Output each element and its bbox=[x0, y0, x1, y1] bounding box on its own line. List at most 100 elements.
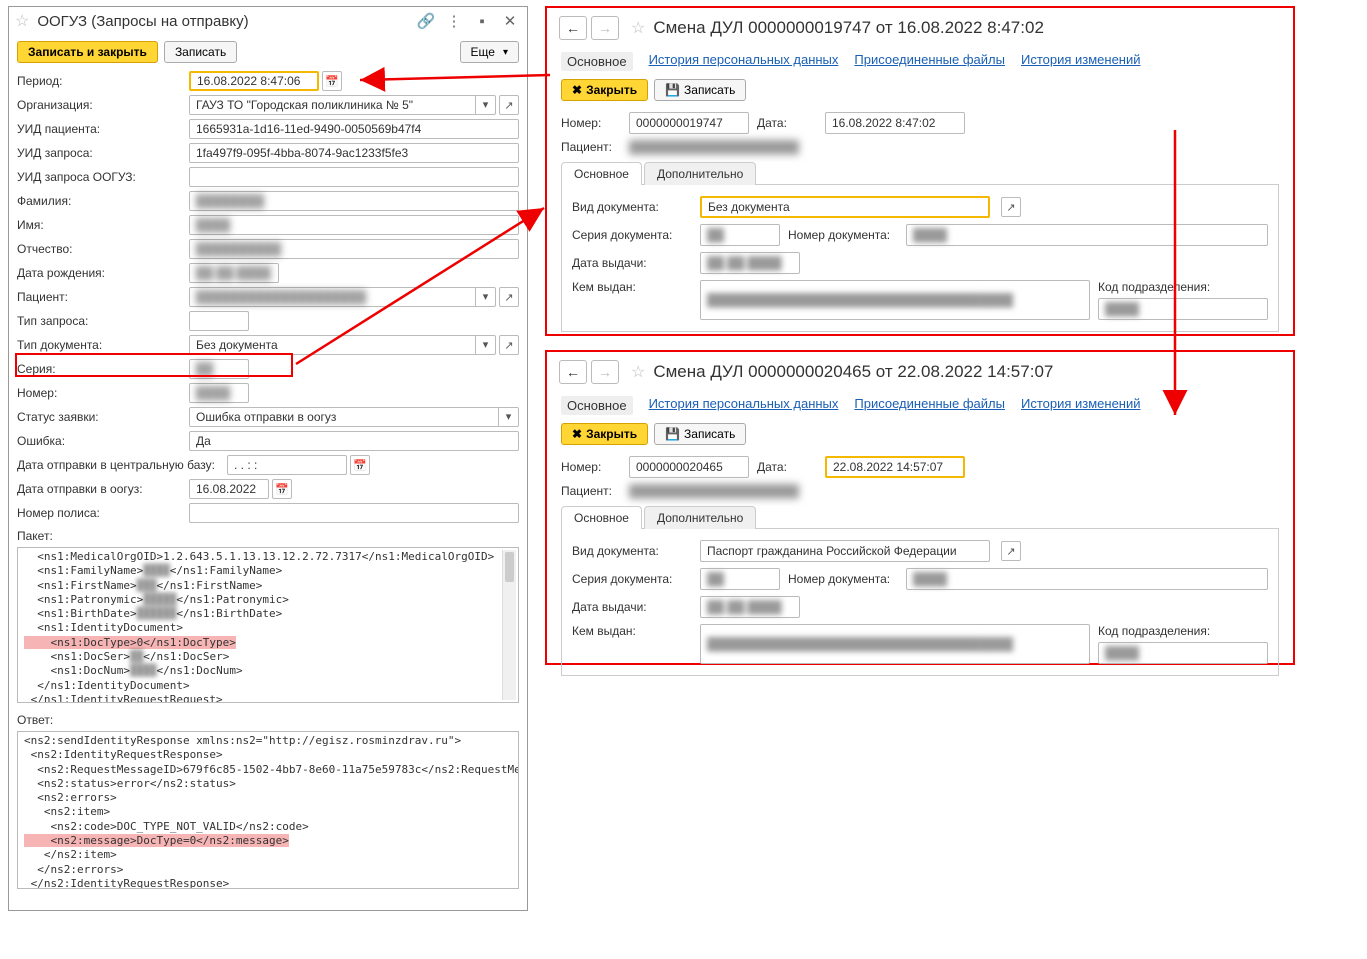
r2-doctype-input[interactable]: Паспорт гражданина Российской Федерации bbox=[700, 540, 990, 562]
menu-icon[interactable]: ⋮ bbox=[443, 11, 465, 31]
r1-code-input[interactable]: ████ bbox=[1098, 298, 1268, 320]
r2-series-input[interactable]: ██ bbox=[700, 568, 780, 590]
lbl-lastname: Фамилия: bbox=[17, 194, 189, 208]
link-icon[interactable]: 🔗 bbox=[415, 11, 437, 31]
status-input[interactable]: Ошибка отправки в оогуз▾ bbox=[189, 407, 519, 427]
link-main[interactable]: Основное bbox=[561, 396, 633, 415]
r2-doctype-open-icon[interactable]: ↗ bbox=[1001, 541, 1021, 561]
star-icon[interactable]: ☆ bbox=[15, 11, 29, 31]
r2-lbl-patient: Пациент: bbox=[561, 484, 621, 498]
star-icon[interactable]: ☆ bbox=[631, 362, 645, 382]
r2-docnum-input[interactable]: ████ bbox=[906, 568, 1268, 590]
lbl-reqtype: Тип запроса: bbox=[17, 314, 189, 328]
r1-doctype-input[interactable]: Без документа bbox=[700, 196, 990, 218]
link-hist-ch[interactable]: История изменений bbox=[1021, 52, 1141, 71]
pin-icon[interactable]: ▪ bbox=[471, 11, 493, 31]
r1-number-input[interactable]: 0000000019747 bbox=[629, 112, 749, 134]
lbl-send-ooguz: Дата отправки в оогуз: bbox=[17, 482, 189, 496]
fwd-button[interactable]: → bbox=[591, 360, 619, 384]
r1-date-input[interactable]: 16.08.2022 8:47:02 bbox=[825, 112, 965, 134]
fwd-button[interactable]: → bbox=[591, 16, 619, 40]
save-close-button[interactable]: Записать и закрыть bbox=[17, 41, 158, 63]
lbl-birthdate: Дата рождения: bbox=[17, 266, 189, 280]
r2-number-input[interactable]: 0000000020465 bbox=[629, 456, 749, 478]
link-files[interactable]: Присоединенные файлы bbox=[854, 52, 1005, 71]
number-input[interactable]: ████ bbox=[189, 383, 249, 403]
star-icon[interactable]: ☆ bbox=[631, 18, 645, 38]
r1-subtoolbar: ✖Закрыть 💾Записать bbox=[547, 79, 1293, 109]
doctype-dd-icon[interactable]: ▾ bbox=[475, 336, 495, 354]
tab-main[interactable]: Основное bbox=[561, 162, 642, 185]
save-button[interactable]: 💾Записать bbox=[654, 79, 746, 101]
left-panel: ☆ ООГУЗ (Запросы на отправку) 🔗 ⋮ ▪ ✕ За… bbox=[8, 6, 528, 911]
r2-lbl-issuer: Кем выдан: bbox=[572, 624, 692, 638]
r1-issue-input[interactable]: ██.██.████ bbox=[700, 252, 800, 274]
r2-lbl-number: Номер: bbox=[561, 460, 621, 474]
tab-extra[interactable]: Дополнительно bbox=[644, 162, 756, 185]
patient-uid-input[interactable]: 1665931a-1d16-11ed-9490-0050569b47f4 bbox=[189, 119, 519, 139]
save-button[interactable]: 💾Записать bbox=[654, 423, 746, 445]
packet-xml[interactable]: <ns1:MedicalOrgOID>1.2.643.5.1.13.13.12.… bbox=[17, 547, 519, 703]
r1-series-input[interactable]: ██ bbox=[700, 224, 780, 246]
org-open-icon[interactable]: ↗ bbox=[499, 95, 519, 115]
error-input[interactable]: Да bbox=[189, 431, 519, 451]
r1-issuer-input[interactable]: ████████████████████████████████████ bbox=[700, 280, 1090, 320]
back-button[interactable]: ← bbox=[559, 16, 587, 40]
r1-lbl-series: Серия документа: bbox=[572, 228, 692, 242]
lbl-r-uid: УИД запроса: bbox=[17, 146, 189, 160]
r2-code-input[interactable]: ████ bbox=[1098, 642, 1268, 664]
r2-title: Смена ДУЛ 0000000020465 от 22.08.2022 14… bbox=[653, 362, 1281, 382]
save-icon: 💾 bbox=[665, 83, 680, 97]
r1-lbl-number: Номер: bbox=[561, 116, 621, 130]
patient-open-icon[interactable]: ↗ bbox=[499, 287, 519, 307]
r2-date-input[interactable]: 22.08.2022 14:57:07 bbox=[825, 456, 965, 478]
close-button[interactable]: ✖Закрыть bbox=[561, 423, 648, 445]
save-button[interactable]: Записать bbox=[164, 41, 237, 63]
response-xml[interactable]: <ns2:sendIdentityResponse xmlns:ns2="htt… bbox=[17, 731, 519, 889]
r1-docnum-input[interactable]: ████ bbox=[906, 224, 1268, 246]
period-input[interactable]: 16.08.2022 8:47:06 bbox=[189, 71, 319, 91]
r1-lbl-doctype: Вид документа: bbox=[572, 200, 692, 214]
link-hist-ch[interactable]: История изменений bbox=[1021, 396, 1141, 415]
req-uid-input[interactable]: 1fa497f9-095f-4bba-8074-9ac1233f5fe3 bbox=[189, 143, 519, 163]
r1-lbl-docnum: Номер документа: bbox=[788, 228, 898, 242]
firstname-input[interactable]: ████ bbox=[189, 215, 519, 235]
patient-dd-icon[interactable]: ▾ bbox=[475, 288, 495, 306]
patient-input[interactable]: ████████████████████▾ bbox=[189, 287, 496, 307]
scrollbar[interactable] bbox=[502, 550, 516, 700]
link-hist-pers[interactable]: История персональных данных bbox=[649, 52, 839, 71]
policy-input[interactable] bbox=[189, 503, 519, 523]
close-button[interactable]: ✖Закрыть bbox=[561, 79, 648, 101]
status-dd-icon[interactable]: ▾ bbox=[498, 408, 518, 426]
calendar-icon-2[interactable]: 📅 bbox=[350, 455, 370, 475]
patronymic-input[interactable]: ██████████ bbox=[189, 239, 519, 259]
link-hist-pers[interactable]: История персональных данных bbox=[649, 396, 839, 415]
r1-doctype-open-icon[interactable]: ↗ bbox=[1001, 197, 1021, 217]
r2-issue-input[interactable]: ██.██.████ bbox=[700, 596, 800, 618]
link-files[interactable]: Присоединенные файлы bbox=[854, 396, 1005, 415]
r2-tabcontent: Вид документа: Паспорт гражданина Россий… bbox=[561, 529, 1279, 676]
doctype-open-icon[interactable]: ↗ bbox=[499, 335, 519, 355]
tab-main[interactable]: Основное bbox=[561, 506, 642, 529]
r2-issuer-input[interactable]: ████████████████████████████████████ bbox=[700, 624, 1090, 664]
doctype-input[interactable]: Без документа▾ bbox=[189, 335, 496, 355]
lbl-send-central: Дата отправки в центральную базу: bbox=[17, 458, 227, 472]
org-dd-icon[interactable]: ▾ bbox=[475, 96, 495, 114]
send-central-input[interactable]: . . : : bbox=[227, 455, 347, 475]
send-ooguz-input[interactable]: 16.08.2022 bbox=[189, 479, 269, 499]
series-input[interactable]: ██ bbox=[189, 359, 249, 379]
calendar-icon[interactable]: 📅 bbox=[322, 71, 342, 91]
org-input[interactable]: ГАУЗ ТО "Городская поликлиника № 5"▾ bbox=[189, 95, 496, 115]
back-button[interactable]: ← bbox=[559, 360, 587, 384]
lastname-input[interactable]: ████████ bbox=[189, 191, 519, 211]
r1-titlebar: ← → ☆ Смена ДУЛ 0000000019747 от 16.08.2… bbox=[547, 8, 1293, 48]
close-icon[interactable]: ✕ bbox=[499, 11, 521, 31]
tab-extra[interactable]: Дополнительно bbox=[644, 506, 756, 529]
reqtype-input[interactable] bbox=[189, 311, 249, 331]
birthdate-input[interactable]: ██.██.████ bbox=[189, 263, 279, 283]
link-main[interactable]: Основное bbox=[561, 52, 633, 71]
ooguz-uid-input[interactable] bbox=[189, 167, 519, 187]
calendar-icon-3[interactable]: 📅 bbox=[272, 479, 292, 499]
r2-linkbar: Основное История персональных данных При… bbox=[547, 392, 1293, 423]
more-button[interactable]: Еще bbox=[460, 41, 519, 63]
